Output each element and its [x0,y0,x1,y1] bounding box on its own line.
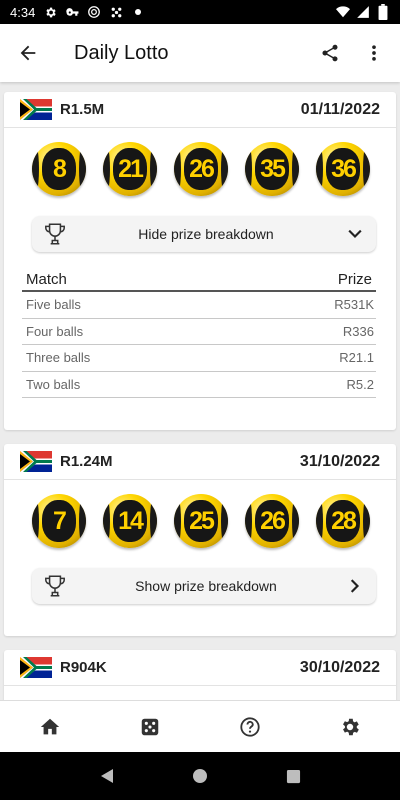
dot-icon [131,5,145,19]
match-cell: Four balls [26,323,84,339]
draw-date: 01/11/2022 [300,100,380,118]
settings-icon [343,718,359,735]
lotto-ball: 35 [245,142,299,196]
circle-home-icon [192,769,207,783]
battery-icon [376,4,390,20]
bottom-navigation [0,700,400,752]
home-icon [40,718,60,734]
share-button[interactable] [308,24,352,82]
back-button[interactable] [0,24,56,82]
draw-card-header: R1.24M 31/10/2022 [4,444,396,480]
draw-date: 30/10/2022 [299,658,380,676]
app-bar: Daily Lotto [0,24,400,82]
gear-icon [43,5,57,19]
share-icon [322,44,338,62]
prize-table: Match Prize Five balls R531K Four balls … [22,268,376,398]
table-row: Four balls R336 [22,319,376,345]
system-recents-button[interactable] [278,761,308,791]
draw-date: 31/10/2022 [299,452,380,470]
column-header-match: Match [26,271,67,288]
trophy-icon [42,221,68,247]
hotspot-icon [87,5,101,19]
lotto-ball: 8 [32,142,86,196]
match-cell: Three balls [26,350,91,366]
table-row: Two balls R5.2 [22,372,376,398]
system-back-button[interactable] [92,761,122,791]
lotto-ball: 26 [245,494,299,548]
prize-breakdown-label: Show prize breakdown [135,578,277,594]
nav-generator-button[interactable] [126,703,174,751]
lotto-ball: 36 [316,142,370,196]
column-header-prize: Prize [337,271,372,288]
nav-help-button[interactable] [226,703,274,751]
draw-card: R1.24M 31/10/2022 7 14 25 26 28 Show pri… [4,444,396,636]
triangle-back-icon [100,769,113,783]
trophy-icon [42,573,68,599]
prize-breakdown-label: Hide prize breakdown [138,226,274,242]
draw-card: R904K 30/10/2022 [4,650,396,700]
system-navigation-bar [0,752,400,800]
lotto-ball: 14 [103,494,157,548]
help-icon [240,716,260,737]
lotto-ball: 26 [174,142,228,196]
prize-breakdown-toggle[interactable]: Show prize breakdown [32,568,376,604]
lotto-ball: 28 [316,494,370,548]
status-bar: 4:34 [0,0,400,24]
prize-table-header: Match Prize [22,268,376,292]
draw-card-header: R1.5M 01/11/2022 [4,92,396,128]
signal-icon [356,5,370,19]
system-home-button[interactable] [185,761,215,791]
dots-icon [109,5,123,19]
lotto-ball: 21 [103,142,157,196]
draw-list[interactable]: R1.5M 01/11/2022 8 21 26 35 36 Hide priz… [0,82,400,700]
table-row: Five balls R531K [22,292,376,319]
vpn-key-icon [65,5,79,19]
prize-cell: R5.2 [346,376,374,392]
prize-breakdown-toggle[interactable]: Hide prize breakdown [32,216,376,252]
lotto-ball: 25 [174,494,228,548]
prize-cell: R21.1 [339,350,374,366]
table-row: Three balls R21.1 [22,345,376,372]
jackpot-amount: R1.24M [60,453,113,470]
winning-numbers: 8 21 26 35 36 [4,128,396,210]
chevron-down-icon [344,223,366,245]
more-options-button[interactable] [352,24,396,82]
nav-settings-button[interactable] [326,703,374,751]
jackpot-amount: R1.5M [60,101,105,118]
south-africa-flag-icon [20,657,52,678]
south-africa-flag-icon [20,99,52,120]
draw-card: R1.5M 01/11/2022 8 21 26 35 36 Hide priz… [4,92,396,430]
arrow-back-icon [20,45,36,61]
south-africa-flag-icon [20,451,52,472]
lotto-ball: 7 [32,494,86,548]
nav-home-button[interactable] [26,703,74,751]
dice-icon [141,718,159,735]
chevron-right-icon [344,575,366,597]
status-time: 4:34 [10,4,36,20]
winning-numbers: 7 14 25 26 28 [4,480,396,562]
jackpot-amount: R904K [60,659,107,676]
prize-cell: R531K [334,297,374,313]
page-title: Daily Lotto [74,41,169,64]
prize-cell: R336 [342,323,374,339]
more-vert-icon [372,45,376,61]
draw-card-header: R904K 30/10/2022 [4,650,396,686]
match-cell: Five balls [26,297,81,313]
square-recents-icon [286,769,300,783]
match-cell: Two balls [26,376,81,392]
wifi-icon [336,5,350,19]
